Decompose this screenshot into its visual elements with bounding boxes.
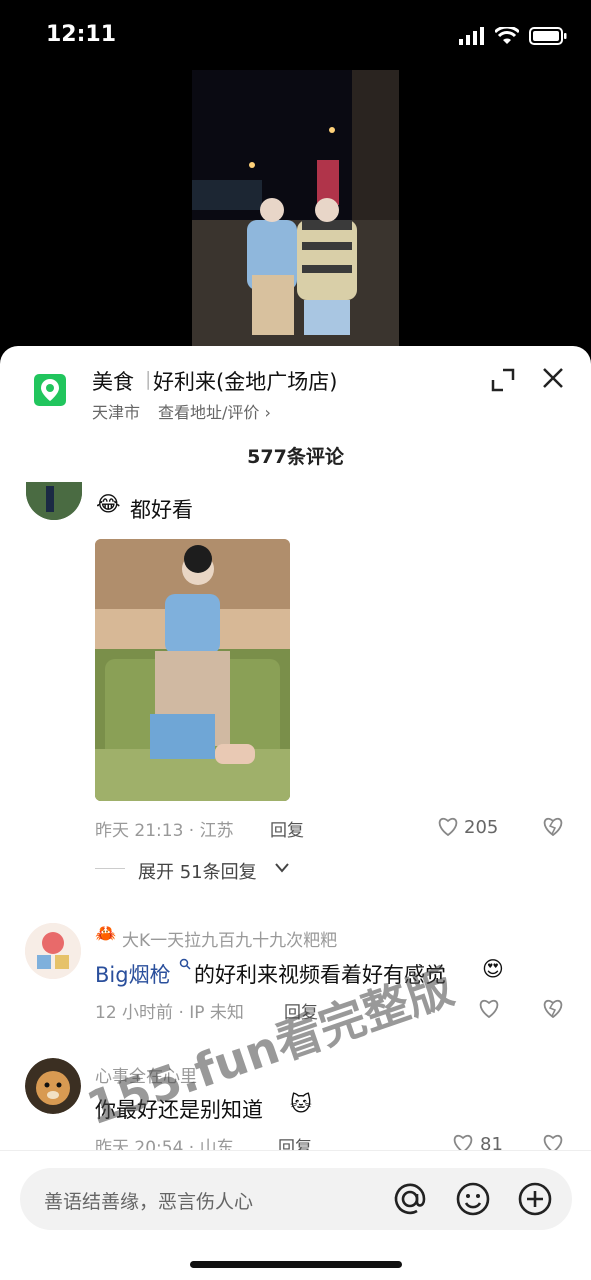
comment-emoji: 😍 [482, 957, 504, 981]
poi-category[interactable]: 美食 [92, 366, 134, 396]
status-time: 12:11 [46, 22, 117, 47]
poi-name[interactable]: 好利来(金地广场店) [153, 366, 337, 396]
dislike-icon[interactable] [542, 1133, 564, 1150]
comment-time-location: 12 小时前 · IP 未知 [95, 1003, 244, 1023]
signal-icon [459, 27, 484, 45]
location-pin-icon[interactable] [34, 374, 66, 406]
comment-time-location: 昨天 21:13 · 江苏 [95, 821, 234, 841]
like-icon[interactable] [437, 816, 459, 836]
comments-count: 577条评论 [247, 446, 344, 468]
reply-button[interactable]: 回复 [270, 816, 304, 841]
mention-icon[interactable] [391, 1180, 429, 1218]
reply-button[interactable]: 回复 [278, 1133, 312, 1150]
home-indicator [190, 1261, 402, 1268]
expand-replies-button[interactable]: 展开 51条回复 [138, 858, 257, 884]
add-icon[interactable] [517, 1181, 553, 1217]
view-address-link[interactable]: 查看地址/评价 › [158, 399, 271, 423]
location-comments-sheet: 美食 | 好利来(金地广场店) 天津市 查看地址/评价 › 577条评论 😂 都… [0, 346, 591, 1280]
username-emoji: 🦀 [95, 924, 117, 944]
comment-time-location: 昨天 20:54 · 山东 [95, 1138, 234, 1150]
like-icon[interactable] [452, 1133, 474, 1150]
status-icons [459, 26, 567, 46]
chevron-down-icon [275, 863, 289, 873]
wifi-icon [495, 27, 519, 44]
like-count: 81 [480, 1134, 503, 1150]
like-count: 205 [464, 817, 499, 838]
comment-emoji: 😂 [96, 492, 121, 516]
avatar[interactable] [26, 482, 82, 520]
avatar[interactable] [25, 923, 81, 979]
video-player[interactable] [192, 70, 399, 360]
close-icon[interactable] [541, 366, 565, 390]
dislike-icon[interactable] [542, 998, 564, 1018]
reply-divider [95, 868, 125, 869]
like-icon[interactable] [478, 998, 500, 1018]
poi-city: 天津市 [92, 403, 141, 422]
status-bar: 12:11 [0, 0, 591, 70]
comment-username[interactable]: 大K一天拉九百九十九次粑粑 [122, 926, 337, 951]
search-icon [179, 958, 191, 970]
comment-input-placeholder: 善语结善缘，恶言伤人心 [44, 1191, 254, 1213]
dislike-icon[interactable] [542, 816, 564, 836]
battery-icon [529, 27, 567, 45]
comment-emoji: 🐱 [290, 1092, 312, 1116]
emoji-icon[interactable] [455, 1181, 491, 1217]
comment-image[interactable] [95, 539, 290, 801]
video-frame [192, 70, 399, 360]
expand-icon[interactable] [489, 366, 517, 394]
comment-text: 都好看 [130, 498, 193, 522]
comment-mention[interactable]: Big烟枪 [95, 959, 171, 989]
comment-input-bar: 善语结善缘，恶言伤人心 [0, 1150, 591, 1280]
poi-divider: | [145, 368, 152, 390]
avatar[interactable] [25, 1058, 81, 1114]
comment-input[interactable]: 善语结善缘，恶言伤人心 [20, 1168, 572, 1230]
